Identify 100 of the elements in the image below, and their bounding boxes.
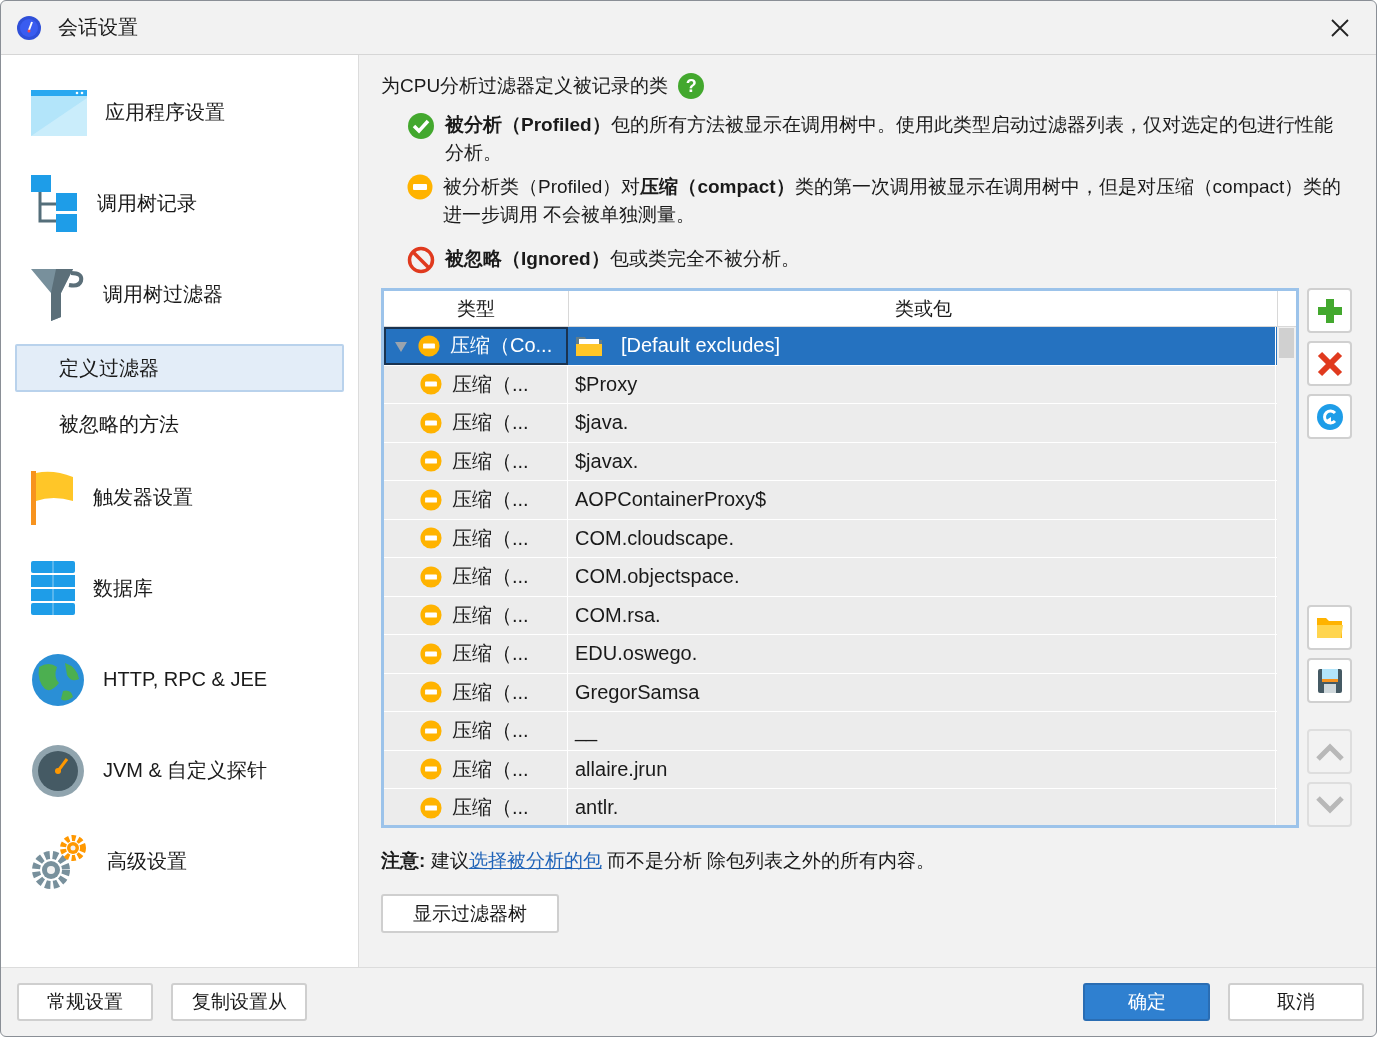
tree-icon (31, 174, 79, 233)
delete-button[interactable] (1307, 341, 1352, 386)
window-icon (31, 89, 87, 136)
table-cell-text: 压缩（... (452, 564, 529, 590)
minus-icon (420, 488, 442, 511)
table-cell: __ (575, 719, 598, 743)
sidebar-item[interactable]: HTTP, RPC & JEE (15, 634, 344, 725)
sidebar-item[interactable]: 应用程序设置 (15, 67, 344, 158)
legend-text: 被忽略（Ignored）包或类完全不被分析。 (445, 247, 800, 271)
sidebar-item[interactable]: 数据库 (15, 543, 344, 634)
table-row[interactable]: 压缩（... COM.cloudscape. (384, 519, 1277, 558)
table-cell: antlr. (575, 796, 619, 820)
table-cell: COM.rsa. (575, 603, 661, 627)
table-cell: AOPContainerProxy$ (575, 488, 767, 512)
x-icon (1316, 350, 1343, 377)
table-row[interactable]: 压缩（... __ (384, 712, 1277, 751)
sidebar-item[interactable]: JVM & 自定义探针 (15, 725, 344, 816)
globe-icon (31, 652, 85, 707)
column-header[interactable]: 类型 (384, 291, 569, 326)
funnel-icon (31, 268, 85, 321)
table-cell: $java. (575, 411, 629, 435)
note-text: 注意: 建议选择被分析的包 而不是分析 除包列表之外的所有内容。 (381, 849, 937, 873)
gauge-icon (31, 743, 85, 798)
chevron-down-icon (1315, 795, 1344, 814)
check-icon (407, 112, 435, 140)
table-cell-text: 压缩（... (452, 371, 529, 397)
table-cell: EDU.oswego. (575, 642, 698, 666)
show-filter-tree-button[interactable]: 显示过滤器树 (381, 894, 559, 933)
table-cell-text: 压缩（... (452, 756, 529, 782)
flag-icon (31, 470, 75, 525)
table-row[interactable]: 压缩（... antlr. (384, 789, 1277, 825)
minus-icon (420, 681, 442, 704)
table-row[interactable]: 压缩（... COM.rsa. (384, 596, 1277, 635)
folder-icon (1315, 615, 1344, 640)
sidebar-item[interactable]: 定义过滤器 (15, 344, 344, 392)
minus-icon (420, 604, 442, 627)
window-title: 会话设置 (58, 15, 138, 40)
gears-icon (31, 833, 89, 890)
note-link[interactable]: 选择被分析的包 (468, 850, 602, 871)
table-cell-text: 压缩（... (452, 410, 529, 436)
app-icon (16, 14, 42, 41)
heading-text: 为CPU分析过滤器定义被记录的类 (381, 74, 669, 98)
sidebar-item[interactable]: 触发器设置 (15, 452, 344, 543)
scrollbar[interactable] (1277, 327, 1296, 825)
table-row[interactable]: 压缩（Co... [Default excludes] (384, 327, 1277, 366)
table-cell: [Default excludes] (621, 334, 780, 358)
minus-icon (418, 334, 440, 357)
minus-icon (420, 642, 442, 665)
table-row[interactable]: 压缩（... $Proxy (384, 365, 1277, 404)
open-button[interactable] (1307, 605, 1352, 650)
table-cell-text: 压缩（... (452, 448, 529, 474)
save-button[interactable] (1307, 658, 1352, 703)
sidebar-item[interactable]: 高级设置 (15, 816, 344, 907)
table-cell-text: 压缩（... (452, 525, 529, 551)
legend-text: 被分析类（Profiled）对压缩（compact）类的第一次调用被显示在调用树中，但是对压缩（compact）类的进一步调用 不会被单独测量。 (443, 175, 1343, 227)
minus-icon (420, 796, 442, 819)
table-cell-text: 压缩（... (452, 679, 529, 705)
table-row[interactable]: 压缩（... COM.objectspace. (384, 558, 1277, 597)
footer-button[interactable]: 复制设置从 (171, 983, 307, 1021)
table-cell: COM.objectspace. (575, 565, 740, 589)
table-cell-text: 压缩（Co... (450, 333, 553, 359)
floppy-icon (1316, 667, 1343, 694)
table-cell-text: 压缩（... (452, 795, 529, 821)
table-cell-text: 压缩（... (452, 641, 529, 667)
minus-icon (420, 373, 442, 396)
table-row[interactable]: 压缩（... GregorSamsa (384, 673, 1277, 712)
refresh-icon (1315, 402, 1344, 431)
table-row[interactable]: 压缩（... AOPContainerProxy$ (384, 481, 1277, 520)
table-row[interactable]: 压缩（... $java. (384, 404, 1277, 443)
sidebar-item[interactable]: 被忽略的方法 (15, 400, 344, 448)
minus-icon (420, 450, 442, 473)
table-row[interactable]: 压缩（... EDU.oswego. (384, 635, 1277, 674)
table-row[interactable]: 压缩（... $javax. (384, 442, 1277, 481)
table-row[interactable]: 压缩（... allaire.jrun (384, 750, 1277, 789)
table-cell: allaire.jrun (575, 757, 668, 781)
table-cell: $javax. (575, 449, 639, 473)
legend-text: 被分析（Profiled）包的所有方法被显示在调用树中。使用此类型启动过滤器列表，仅对选定的包进行性能分析。 (445, 113, 1334, 165)
cancel-button[interactable]: 取消 (1228, 983, 1364, 1021)
sidebar-item[interactable]: 调用树记录 (15, 158, 344, 249)
chevron-up-icon (1315, 742, 1344, 761)
table-cell: $Proxy (575, 372, 638, 396)
minus-icon (420, 527, 442, 550)
footer-button[interactable]: 常规设置 (17, 983, 153, 1021)
minus-icon (420, 758, 442, 781)
minus-icon (420, 565, 442, 588)
table-cell: GregorSamsa (575, 680, 700, 704)
prohibited-icon (407, 246, 435, 274)
table-cell-text: 压缩（... (452, 487, 529, 513)
reset-button[interactable] (1307, 394, 1352, 439)
add-button[interactable] (1307, 288, 1352, 333)
database-icon (31, 560, 75, 617)
ok-button[interactable]: 确定 (1083, 983, 1210, 1021)
plus-icon (1316, 297, 1343, 324)
sidebar-item[interactable]: 调用树过滤器 (15, 249, 344, 340)
minus-icon (407, 174, 433, 200)
column-header[interactable]: 类或包 (569, 291, 1278, 326)
minus-icon (420, 719, 442, 742)
minus-icon (420, 411, 442, 434)
table-cell-text: 压缩（... (452, 718, 529, 744)
table-cell: COM.cloudscape. (575, 526, 734, 550)
